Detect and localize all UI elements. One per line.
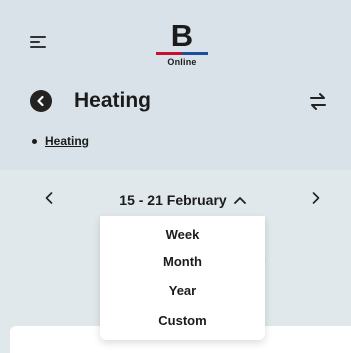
chevron-up-icon: [233, 197, 246, 204]
back-arrow-circle-icon[interactable]: [30, 90, 52, 112]
menu-item-year[interactable]: Year: [100, 278, 265, 302]
title-row: Heating: [30, 86, 330, 116]
logo-subtitle: Online: [167, 57, 197, 67]
logo-underline: [156, 52, 208, 55]
previous-period-button[interactable]: [42, 190, 56, 206]
date-range-dropdown[interactable]: 15 - 21 February: [100, 182, 265, 218]
menu-item-custom[interactable]: Custom: [100, 308, 265, 332]
page-title: Heating: [74, 89, 152, 112]
breadcrumb: Heating: [32, 134, 89, 148]
app-root: B Online Heating Heating 15 - 21 Februar…: [0, 0, 351, 353]
date-range-menu: Week Month Year Custom: [100, 216, 265, 340]
hamburger-icon[interactable]: [30, 36, 46, 48]
menu-item-month[interactable]: Month: [100, 249, 265, 273]
date-range-label: 15 - 21 February: [119, 192, 227, 208]
breadcrumb-link-heating[interactable]: Heating: [45, 134, 89, 148]
next-period-button[interactable]: [309, 190, 323, 206]
menu-item-week[interactable]: Week: [100, 222, 265, 246]
swap-arrows-icon[interactable]: [308, 90, 328, 114]
brand-logo[interactable]: B Online: [156, 18, 208, 67]
top-bar: B Online: [0, 0, 351, 70]
breadcrumb-bullet: [32, 138, 37, 144]
logo-letter: B: [170, 18, 194, 53]
